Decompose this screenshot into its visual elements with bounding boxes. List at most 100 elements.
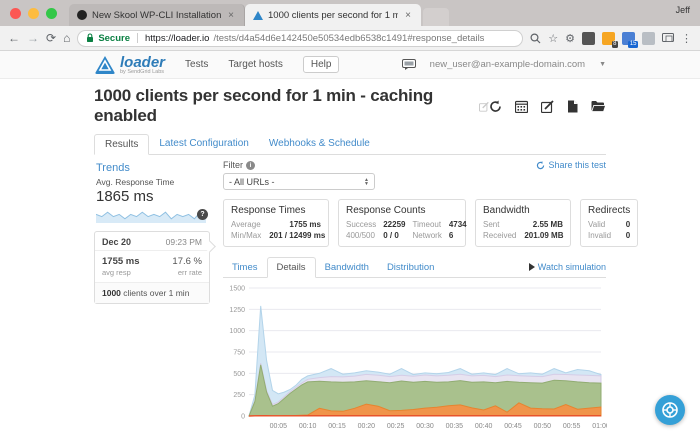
- chart-tab-bandwidth[interactable]: Bandwidth: [316, 258, 378, 277]
- run-avg-resp-value: 1755 ms: [102, 256, 140, 267]
- run-clients-summary: 1000 clients over 1 min: [95, 283, 209, 303]
- stat-value: 201 / 12499 ms: [269, 231, 326, 240]
- stat-label: Average: [231, 220, 261, 229]
- forward-button[interactable]: →: [27, 32, 39, 44]
- new-tab-button[interactable]: [423, 8, 449, 26]
- avg-response-time-value: 1865 ms: [96, 188, 154, 205]
- life-ring-icon: [662, 402, 678, 418]
- help-badge-icon[interactable]: ?: [197, 209, 208, 220]
- extension-icon-gray[interactable]: [642, 31, 655, 45]
- trends-link[interactable]: Trends: [96, 162, 210, 174]
- back-button[interactable]: ←: [8, 32, 20, 44]
- extension-badge: 8: [611, 40, 618, 48]
- share-test-link[interactable]: Share this test: [536, 160, 606, 170]
- reload-button[interactable]: ⟳: [46, 32, 56, 44]
- bandwidth-card: Bandwidth Sent 2.55 MB Received 201.09 MB: [475, 199, 571, 247]
- bookmark-star-icon[interactable]: ☆: [548, 32, 558, 45]
- support-button[interactable]: [655, 395, 685, 425]
- svg-text:1250: 1250: [229, 307, 245, 314]
- close-window-button[interactable]: [10, 7, 21, 19]
- minimize-window-button[interactable]: [28, 7, 39, 19]
- tab-webhooks-schedule[interactable]: Webhooks & Schedule: [259, 134, 380, 154]
- account-menu[interactable]: new_user@an-example-domain.com: [430, 59, 585, 70]
- lock-icon: [87, 33, 94, 42]
- stat-value: 0: [625, 220, 631, 229]
- tab-favicon-loaderio: [253, 10, 263, 20]
- stat-label: 400/500: [346, 231, 375, 240]
- svg-text:1500: 1500: [229, 286, 245, 293]
- logo-text: loader: [120, 53, 166, 71]
- svg-text:00:10: 00:10: [299, 423, 317, 430]
- tab-latest-configuration[interactable]: Latest Configuration: [149, 134, 259, 154]
- tab-results[interactable]: Results: [94, 134, 150, 155]
- chrome-menu-icon[interactable]: ⋮: [681, 32, 692, 45]
- svg-text:250: 250: [233, 392, 245, 399]
- chart-tab-distribution[interactable]: Distribution: [378, 258, 444, 277]
- run-err-rate-value: 17.6 %: [172, 256, 202, 267]
- browser-tab-loaderio[interactable]: 1000 clients per second for 1 m ×: [245, 4, 421, 26]
- tab-close-icon[interactable]: ×: [403, 10, 413, 21]
- stat-value: 22259: [383, 220, 406, 229]
- redirects-card: Redirects Valid 0 Invalid 0: [580, 199, 639, 247]
- stats-row: Response Times Average 1755 ms Min/Max 201…: [223, 199, 639, 247]
- url-filter-select[interactable]: - All URLs - ▲ ▼: [223, 173, 375, 190]
- chart-tab-details[interactable]: Details: [266, 257, 316, 278]
- svg-text:00:40: 00:40: [475, 423, 493, 430]
- svg-text:01:00: 01:00: [592, 423, 607, 430]
- chrome-profile-name[interactable]: Jeff: [676, 5, 690, 15]
- extension-icon-blue[interactable]: 15: [622, 31, 638, 48]
- home-button[interactable]: ⌂: [63, 32, 70, 44]
- edit-title-icon[interactable]: [478, 101, 489, 112]
- test-run-card[interactable]: Dec 20 09:23 PM 1755 ms avg resp 17.6 % …: [94, 231, 210, 304]
- browser-tab-wpcli[interactable]: New Skool WP-CLI Installation ×: [69, 4, 245, 26]
- tab-title: New Skool WP-CLI Installation: [92, 9, 222, 21]
- gear-icon[interactable]: ⚙: [565, 32, 575, 45]
- loaderio-logo[interactable]: loader by SendGrid Labs: [94, 55, 165, 75]
- browser-window: New Skool WP-CLI Installation × 1000 cli…: [0, 0, 700, 437]
- edit-test-icon[interactable]: [541, 99, 554, 113]
- rerun-test-icon[interactable]: [489, 100, 502, 113]
- svg-text:00:25: 00:25: [387, 423, 405, 430]
- stat-value: 2.55 MB: [532, 220, 563, 229]
- svg-text:0: 0: [241, 414, 245, 421]
- info-icon[interactable]: i: [246, 160, 255, 170]
- browser-tab-bar: New Skool WP-CLI Installation × 1000 cli…: [0, 0, 700, 26]
- nav-tests[interactable]: Tests: [185, 59, 208, 70]
- card-title: Response Times: [231, 205, 306, 216]
- nav-target-hosts[interactable]: Target hosts: [228, 59, 282, 70]
- response-times-card: Response Times Average 1755 ms Min/Max 201…: [223, 199, 329, 247]
- stat-label: Invalid: [588, 231, 612, 240]
- svg-text:1000: 1000: [229, 328, 245, 335]
- duplicate-test-icon[interactable]: [567, 100, 578, 113]
- browser-toolbar: ← → ⟳ ⌂ Secure https://loader.io/tests/d…: [0, 26, 700, 51]
- extension-icon-dark[interactable]: [582, 31, 595, 45]
- run-clients-count: 1000: [102, 288, 121, 298]
- feedback-bubble-icon[interactable]: [401, 59, 416, 70]
- toolbar-extensions: ☆ ⚙ 8 15 ⋮: [530, 31, 692, 48]
- svg-text:00:55: 00:55: [563, 423, 581, 430]
- stat-label: Sent: [483, 220, 500, 229]
- select-arrows-icon: ▲ ▼: [364, 176, 369, 187]
- chart-tab-times[interactable]: Times: [223, 258, 267, 277]
- cast-icon[interactable]: [662, 33, 674, 43]
- svg-text:500: 500: [233, 371, 245, 378]
- trends-sparkline: ?: [95, 207, 208, 223]
- zoom-icon[interactable]: [530, 32, 541, 44]
- filter-row: Filter i Share this test: [223, 160, 606, 170]
- results-main: Filter i Share this test - All URLs - ▲ ▼: [223, 160, 639, 437]
- watch-simulation-link[interactable]: Watch simulation: [528, 262, 606, 272]
- schedule-calendar-icon[interactable]: [515, 100, 528, 113]
- page-container: 1000 clients per second for 1 min - cach…: [94, 86, 639, 437]
- nav-help-button[interactable]: Help: [302, 56, 340, 73]
- stat-value: 201.09 MB: [524, 231, 564, 240]
- tab-close-icon[interactable]: ×: [226, 10, 236, 21]
- extension-icon-orange[interactable]: 8: [602, 31, 618, 48]
- run-time: 09:23 PM: [165, 237, 202, 247]
- archive-folder-icon[interactable]: [591, 100, 606, 112]
- results-tab-bar: Results Latest Configuration Webhooks & …: [94, 134, 606, 155]
- stat-label: Timeout: [412, 220, 442, 229]
- play-icon: [528, 263, 535, 271]
- address-bar[interactable]: Secure https://loader.io/tests/d4a54d6e1…: [77, 29, 524, 47]
- fullscreen-window-button[interactable]: [46, 7, 57, 19]
- svg-text:00:45: 00:45: [504, 423, 522, 430]
